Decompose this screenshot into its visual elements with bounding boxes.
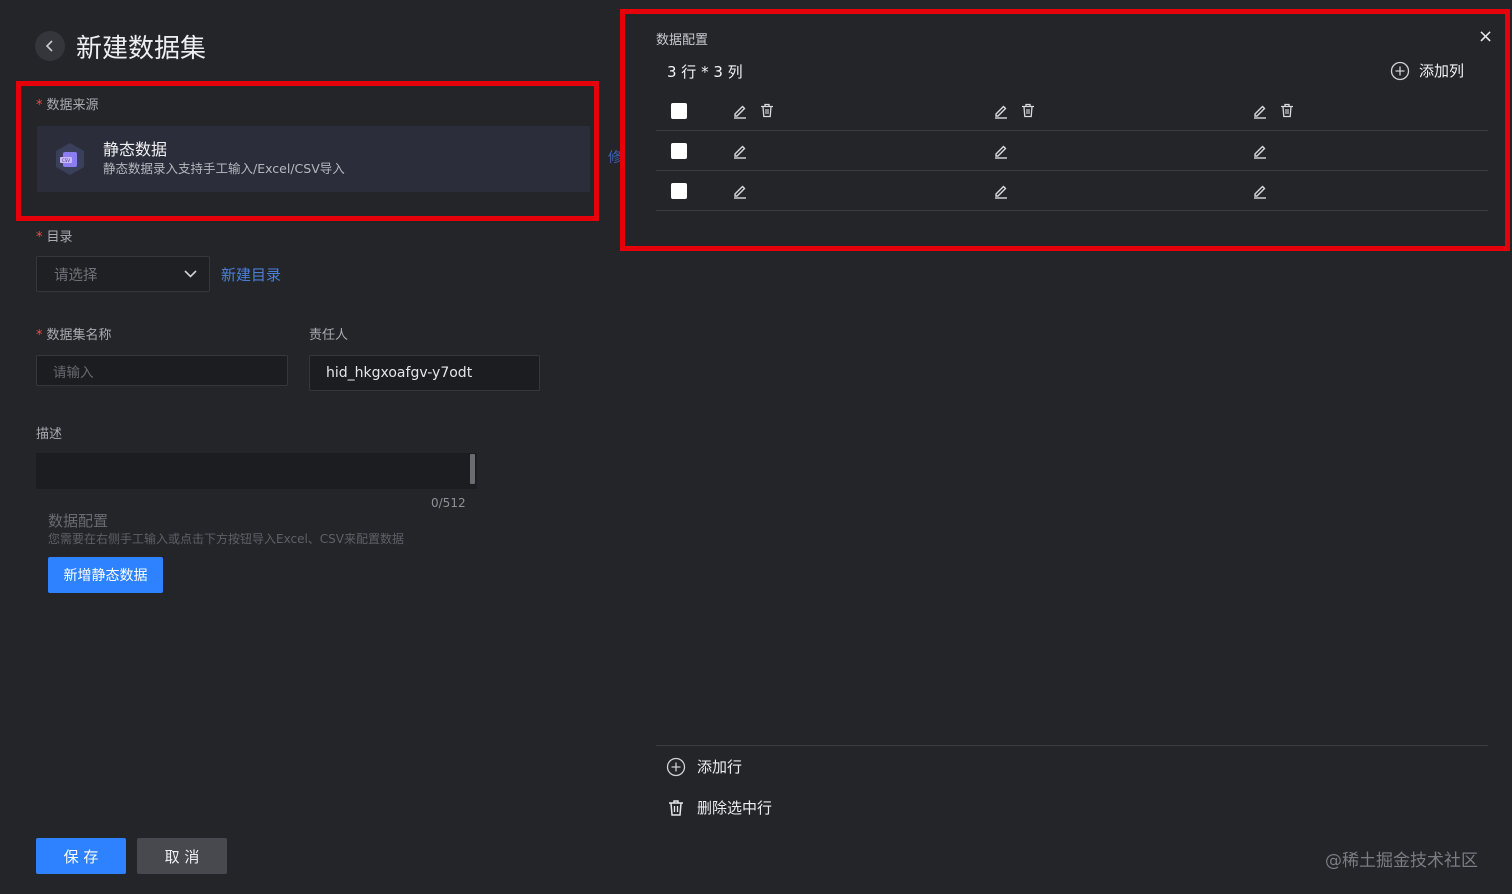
row-checkbox[interactable] <box>671 143 687 159</box>
chevron-left-icon <box>45 40 53 52</box>
owner-input[interactable]: hid_hkgxoafgv-y7odt <box>309 355 540 391</box>
add-column-button[interactable]: 添加列 <box>1390 60 1464 81</box>
catalog-select-value: 请选择 <box>54 267 98 284</box>
chevron-down-icon <box>184 270 197 278</box>
trash-icon <box>669 799 683 816</box>
data-source-desc: 静态数据录入支持手工输入/Excel/CSV导入 <box>103 161 345 176</box>
data-config-hint: 您需要在右侧手工输入或点击下方按钮导入Excel、CSV来配置数据 <box>48 532 404 546</box>
description-label: 描述 <box>36 427 63 442</box>
add-static-data-button[interactable]: 新增静态数据 <box>48 557 163 593</box>
edit-column-icon[interactable] <box>993 103 1009 119</box>
close-icon[interactable]: × <box>1478 26 1493 47</box>
delete-column-icon[interactable] <box>760 103 774 118</box>
edit-column-icon[interactable] <box>732 103 748 119</box>
edit-cell-icon[interactable] <box>732 143 748 159</box>
grid-dimensions: 3 行 * 3 列 <box>667 63 743 81</box>
grid-row <box>656 171 1488 211</box>
panel-divider <box>656 745 1488 746</box>
edit-cell-icon[interactable] <box>993 183 1009 199</box>
data-config-title: 数据配置 <box>48 512 109 530</box>
data-source-card[interactable]: CSV 静态数据 静态数据录入支持手工输入/Excel/CSV导入 <box>37 126 590 192</box>
edit-cell-icon[interactable] <box>1252 183 1268 199</box>
back-button[interactable] <box>35 31 65 61</box>
watermark: @稀土掘金技术社区 <box>1325 851 1478 871</box>
edit-cell-icon[interactable] <box>993 143 1009 159</box>
data-source-title: 静态数据 <box>103 140 168 159</box>
textarea-resize-handle[interactable] <box>470 454 475 484</box>
catalog-label: * 目录 <box>36 230 73 245</box>
grid-header-row <box>656 91 1488 131</box>
config-panel-title: 数据配置 <box>656 33 709 48</box>
data-file-icon: CSV <box>51 140 89 178</box>
add-row-label: 添加行 <box>697 758 743 776</box>
data-source-label: * 数据来源 <box>36 98 99 113</box>
plus-circle-icon <box>666 757 686 776</box>
delete-column-icon[interactable] <box>1280 103 1294 118</box>
row-checkbox[interactable] <box>671 103 687 119</box>
owner-value: hid_hkgxoafgv-y7odt <box>326 365 473 381</box>
save-button[interactable]: 保 存 <box>36 838 126 874</box>
new-catalog-link[interactable]: 新建目录 <box>221 264 281 285</box>
grid-row <box>656 131 1488 171</box>
edit-column-icon[interactable] <box>1252 103 1268 119</box>
svg-text:CSV: CSV <box>62 158 70 163</box>
add-row-button[interactable]: 添加行 <box>666 756 742 777</box>
dataset-name-label: * 数据集名称 <box>36 328 112 343</box>
dataset-name-input[interactable]: 请输入 <box>36 355 288 386</box>
page-title: 新建数据集 <box>76 34 207 64</box>
plus-circle-icon <box>1390 61 1410 80</box>
description-textarea[interactable] <box>36 453 477 489</box>
description-counter: 0/512 <box>431 496 466 510</box>
catalog-select[interactable]: 请选择 <box>36 256 210 292</box>
owner-label: 责任人 <box>309 328 349 343</box>
delete-column-icon[interactable] <box>1021 103 1035 118</box>
edit-cell-icon[interactable] <box>1252 143 1268 159</box>
row-checkbox[interactable] <box>671 183 687 199</box>
cancel-button[interactable]: 取 消 <box>137 838 227 874</box>
edit-cell-icon[interactable] <box>732 183 748 199</box>
delete-selected-rows-button[interactable]: 删除选中行 <box>666 797 772 818</box>
dataset-name-placeholder: 请输入 <box>53 364 94 381</box>
add-column-label: 添加列 <box>1419 62 1465 80</box>
delete-selected-label: 删除选中行 <box>697 799 773 817</box>
